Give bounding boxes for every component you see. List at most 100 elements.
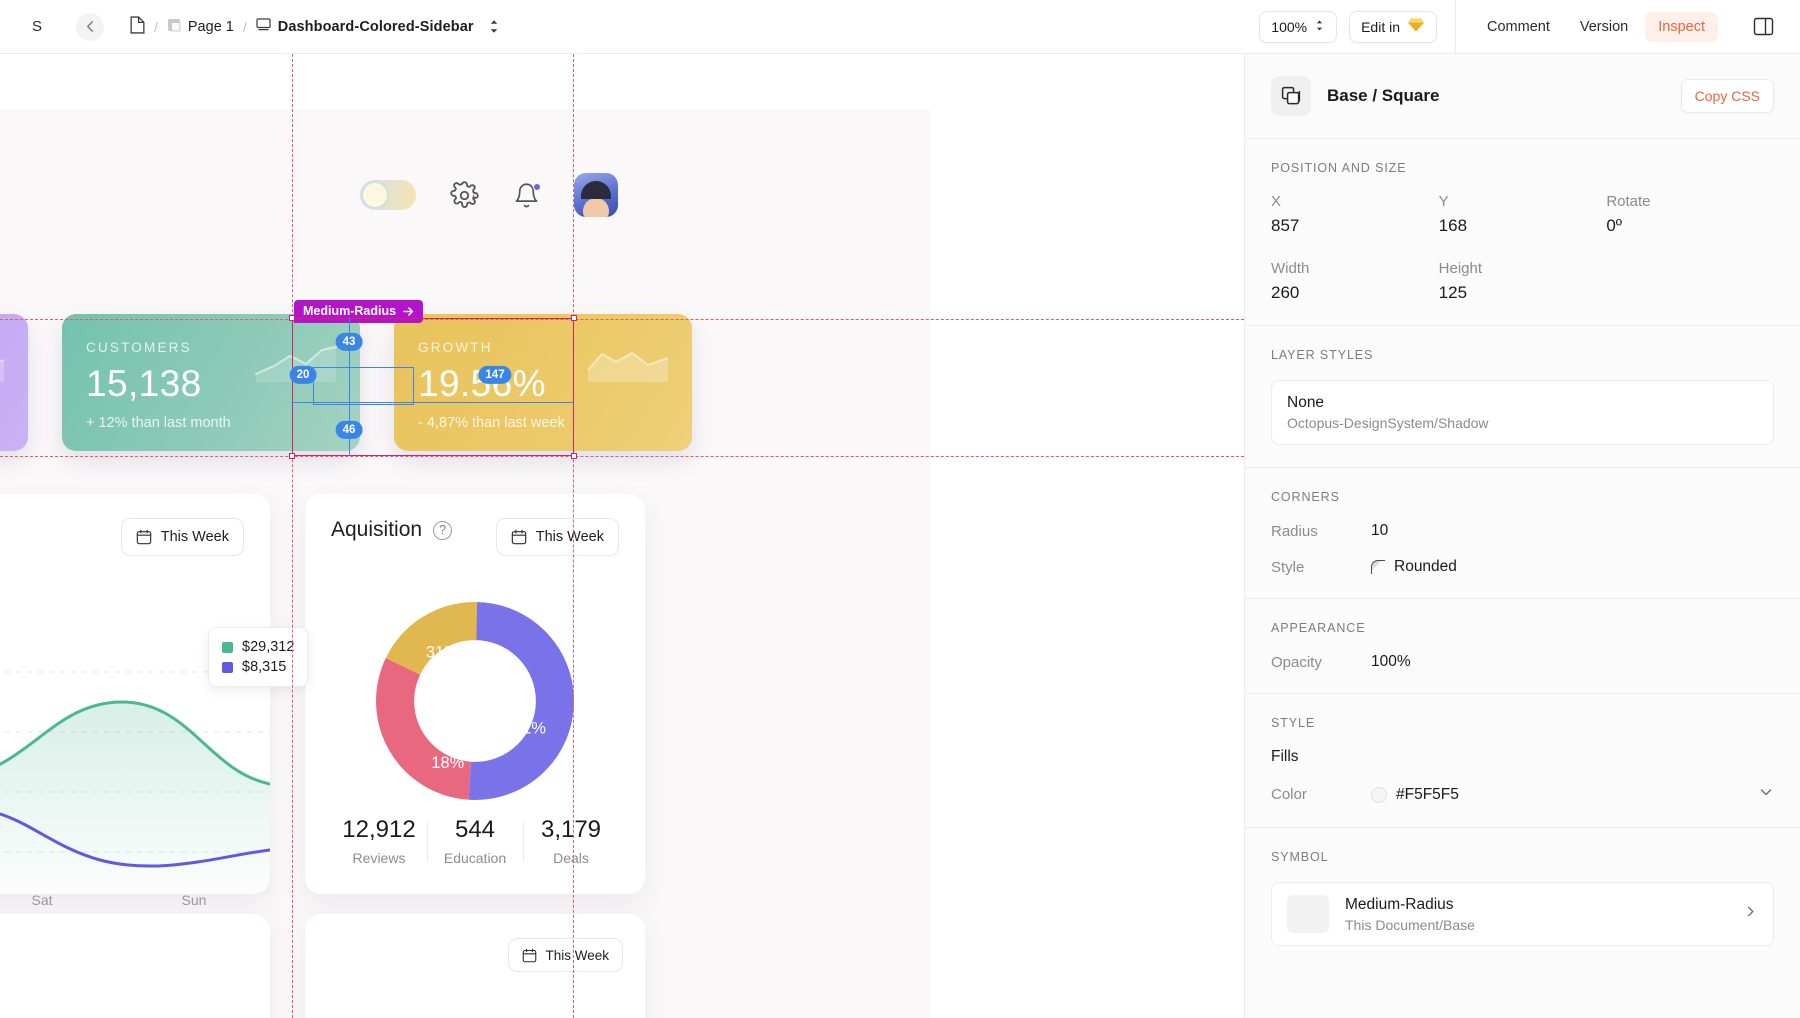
breadcrumb-page-label: Page 1: [187, 18, 234, 35]
symbol-item[interactable]: Medium-Radius This Document/Base: [1271, 882, 1774, 946]
stat-card-sub: - 4,87% than last week: [418, 415, 565, 431]
panel-toggle-button[interactable]: [1748, 12, 1778, 42]
section-title: LAYER STYLES: [1271, 348, 1374, 362]
line-chart-card: This Week 254 (Previous week): [0, 494, 270, 908]
user-avatar[interactable]: [574, 173, 618, 217]
fills-label: Fills: [1271, 748, 1299, 765]
acquisition-week-button[interactable]: This Week: [495, 518, 619, 556]
color-value[interactable]: #F5F5F5: [1396, 786, 1459, 804]
selected-layer-name: Base / Square: [1327, 86, 1440, 105]
tab-inspect[interactable]: Inspect: [1645, 11, 1718, 42]
corners-style-row: Style Rounded: [1271, 558, 1774, 576]
tab-version[interactable]: Version: [1567, 12, 1641, 42]
tooltip-value: $8,315: [242, 659, 287, 675]
fill-color-row: Color #F5F5F5: [1271, 784, 1774, 805]
notification-dot: [533, 182, 541, 191]
page-title: Aquisition: [331, 518, 423, 541]
acquisition-stat: 12,912 Reviews: [331, 816, 427, 866]
sparkline-icon: [254, 345, 338, 382]
section-title: POSITION AND SIZE: [1271, 161, 1407, 175]
line-chart-week-label: This Week: [160, 529, 229, 545]
symbol-path: This Document/Base: [1345, 916, 1475, 933]
theme-toggle-switch[interactable]: [360, 180, 416, 210]
donut-label-reviews: 31%: [426, 643, 459, 661]
page-icon: [167, 18, 181, 36]
section-corners: CORNERS Radius 10 Style Rounded: [1245, 468, 1800, 599]
bottom-card-week-button[interactable]: This Week: [508, 938, 623, 972]
layer-style-item[interactable]: None Octopus-DesignSystem/Shadow: [1271, 380, 1774, 445]
breadcrumb-artboard[interactable]: Dashboard-Colored-Sidebar: [256, 17, 474, 36]
acquisition-stat-value: 12,912: [342, 816, 416, 843]
gear-icon: [450, 180, 479, 208]
donut-label-education: 18%: [431, 754, 464, 772]
copy-css-button[interactable]: Copy CSS: [1680, 79, 1774, 113]
line-chart-week-button[interactable]: This Week: [120, 518, 244, 556]
stat-card-orders[interactable]: ORDERS 5,661 + 3,21% than last month: [0, 314, 28, 451]
section-title: STYLE: [1271, 716, 1316, 730]
line-chart-x-axis: Wed Thu Fri Sat Sun: [0, 892, 270, 908]
settings-button[interactable]: [450, 180, 479, 210]
back-arrow-icon: [86, 21, 93, 32]
section-title: APPEARANCE: [1271, 621, 1366, 635]
question-mark-icon[interactable]: ?: [433, 520, 453, 540]
position-grid: X Y Rotate 857 168 0º Width Height 260 1…: [1271, 193, 1774, 303]
acquisition-stats: 12,912 Reviews 544 Education 3,179 Deals: [331, 816, 619, 866]
tooltip-row: $8,315: [222, 657, 294, 677]
acquisition-stat-value: 544: [454, 816, 496, 843]
breadcrumb-page[interactable]: Page 1: [167, 18, 234, 36]
main-body: ORDERS 5,661 + 3,21% than last month CUS…: [0, 54, 1800, 1018]
donut-chart-svg: 31% 18% 51%: [375, 601, 575, 801]
sidebar-toggle-icon: [1753, 17, 1773, 36]
y-value: 168: [1438, 216, 1468, 235]
acquisition-stat: 544 Education: [427, 816, 523, 866]
design-canvas[interactable]: ORDERS 5,661 + 3,21% than last month CUS…: [0, 54, 1244, 1018]
chevron-updown-icon: [1314, 18, 1325, 36]
stat-card-growth[interactable]: GROWTH 19.56% - 4,87% than last week: [394, 314, 692, 451]
document-icon[interactable]: [130, 15, 145, 38]
breadcrumb-artboard-label: Dashboard-Colored-Sidebar: [277, 18, 474, 35]
edit-in-sketch-button[interactable]: Edit in: [1349, 10, 1438, 43]
tooltip-swatch-purple: [222, 661, 233, 673]
x-tick: Sun: [181, 892, 207, 908]
x-tick: Sat: [31, 892, 53, 908]
sparkline-icon: [0, 359, 5, 382]
rotate-label: Rotate: [1606, 193, 1651, 210]
stat-card-sub: + 3,21% than last month: [0, 415, 4, 431]
tooltip-swatch-green: [222, 641, 233, 653]
notifications-button[interactable]: [513, 182, 541, 209]
acquisition-stat-label: Deals: [553, 850, 589, 866]
calendar-icon: [511, 529, 527, 545]
chevron-right-icon[interactable]: [1743, 904, 1758, 924]
stat-card-customers[interactable]: CUSTOMERS 15,138 + 12% than last month: [62, 314, 360, 451]
toggle-knob: [363, 183, 387, 207]
symbol-icon: [1271, 76, 1311, 116]
x-label: X: [1271, 193, 1282, 210]
section-layer-styles: LAYER STYLES None Octopus-DesignSystem/S…: [1245, 326, 1800, 468]
tab-comment[interactable]: Comment: [1474, 12, 1563, 42]
inspect-panel-header: Base / Square Copy CSS: [1245, 54, 1800, 139]
section-style: STYLE Fills Color #F5F5F5: [1245, 694, 1800, 828]
section-position-and-size: POSITION AND SIZE X Y Rotate 857 168 0º …: [1245, 139, 1800, 326]
acquisition-week-label: This Week: [535, 529, 604, 545]
sparkline-icon: [587, 352, 669, 382]
height-value: 125: [1438, 283, 1468, 302]
zoom-control[interactable]: 100%: [1259, 10, 1338, 43]
section-symbol: SYMBOL Medium-Radius This Document/Base: [1245, 828, 1800, 968]
artboard-selector-chevron-icon[interactable]: [488, 18, 500, 35]
edit-in-label: Edit in: [1361, 18, 1401, 35]
color-swatch: [1371, 786, 1387, 803]
layer-style-path: Octopus-DesignSystem/Shadow: [1287, 415, 1489, 431]
stat-card-sub: + 12% than last month: [86, 415, 231, 431]
artboard-icon: [256, 17, 271, 36]
back-button[interactable]: [76, 12, 104, 41]
toolbar-divider: [1455, 0, 1457, 54]
symbol-thumbnail: [1287, 895, 1329, 933]
acquisition-header: Aquisition ? This Week: [331, 518, 619, 556]
donut-chart: 31% 18% 51%: [331, 592, 619, 810]
acquisition-stat-value: 3,179: [540, 816, 602, 843]
opacity-label: Opacity: [1271, 653, 1322, 671]
app-logo[interactable]: S: [20, 18, 54, 35]
rotate-value: 0º: [1606, 216, 1622, 235]
chevron-down-icon[interactable]: [1758, 784, 1774, 805]
stat-cards-row: ORDERS 5,661 + 3,21% than last month CUS…: [0, 314, 692, 451]
